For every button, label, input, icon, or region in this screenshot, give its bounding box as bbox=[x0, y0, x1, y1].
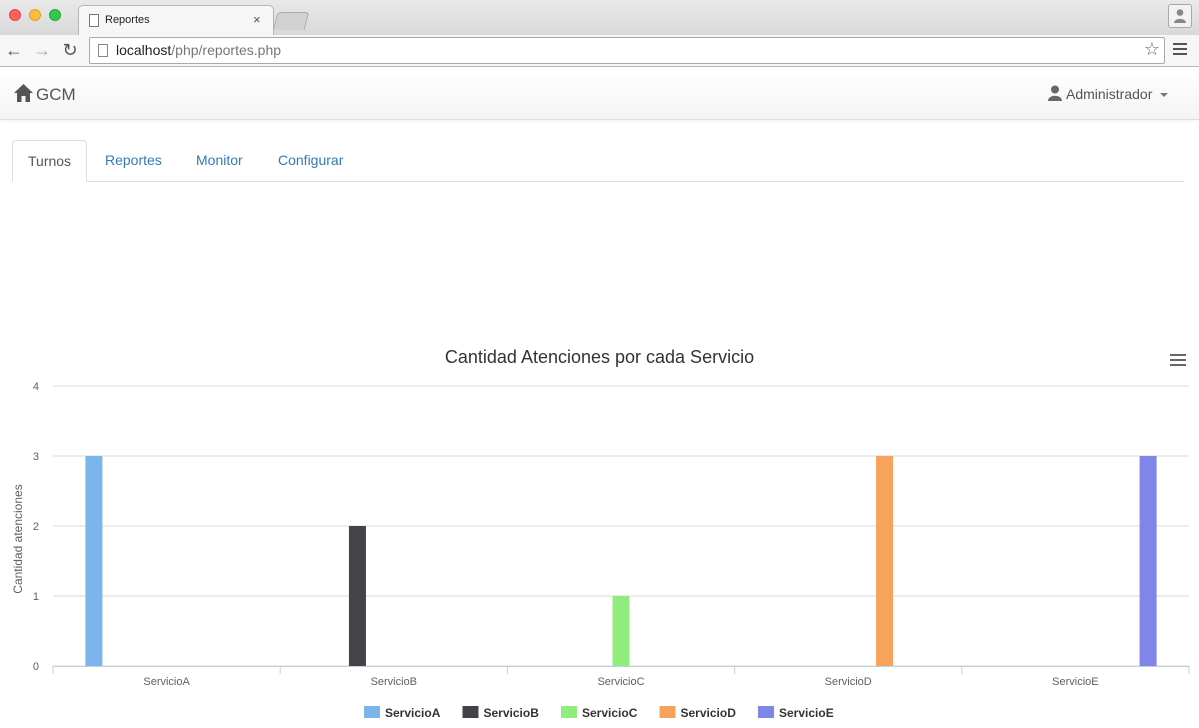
profile-button[interactable] bbox=[1168, 4, 1192, 28]
tab-turnos[interactable]: Turnos bbox=[12, 140, 87, 182]
minimize-window-button[interactable] bbox=[29, 9, 41, 21]
bar-servicioc bbox=[612, 596, 630, 666]
x-tick-label: ServicioD bbox=[825, 676, 872, 688]
bar-servicioe bbox=[1139, 456, 1157, 666]
legend-swatch bbox=[758, 706, 774, 718]
y-tick-label: 1 bbox=[33, 591, 39, 603]
zoom-window-button[interactable] bbox=[49, 9, 61, 21]
forward-arrow-icon[interactable]: → bbox=[32, 39, 52, 61]
chart-container: Cantidad Atenciones por cada Servicio 01… bbox=[0, 330, 1199, 728]
bar-serviciod bbox=[876, 456, 894, 666]
legend-swatch bbox=[561, 706, 577, 718]
legend-item-label: ServicioE bbox=[779, 706, 834, 720]
legend-item-label: ServicioB bbox=[484, 706, 540, 720]
tab-configurar[interactable]: Configurar bbox=[263, 140, 358, 181]
legend-swatch bbox=[659, 706, 676, 718]
reload-icon[interactable]: ↻ bbox=[60, 39, 80, 61]
x-tick-label: ServicioE bbox=[1052, 676, 1098, 688]
app-navbar: GCM Administrador bbox=[0, 67, 1199, 120]
user-icon bbox=[1048, 85, 1062, 101]
legend-item-label: ServicioD bbox=[681, 706, 737, 720]
person-icon bbox=[1174, 9, 1186, 23]
legend-swatch bbox=[364, 706, 380, 718]
address-bar[interactable]: localhost/php/reportes.php ☆ bbox=[89, 37, 1165, 64]
tab-monitor[interactable]: Monitor bbox=[181, 140, 258, 181]
home-icon bbox=[14, 84, 33, 102]
document-icon bbox=[89, 14, 99, 27]
close-window-button[interactable] bbox=[9, 9, 21, 21]
url-text[interactable]: localhost/php/reportes.php bbox=[116, 42, 281, 58]
tab-reportes[interactable]: Reportes bbox=[90, 140, 177, 181]
back-arrow-icon[interactable]: ← bbox=[4, 39, 24, 61]
caret-down-icon bbox=[1160, 93, 1168, 97]
user-name: Administrador bbox=[1066, 86, 1153, 102]
page-icon bbox=[98, 44, 108, 57]
bar-chart: 0 1 2 3 4 Cantidad atenciones ServicioA Servici… bbox=[11, 381, 1190, 720]
url-path: /php/reportes.php bbox=[171, 42, 282, 58]
new-tab-button[interactable] bbox=[272, 12, 310, 30]
legend-item-label: ServicioA bbox=[385, 706, 441, 720]
x-tick-label: ServicioA bbox=[143, 676, 190, 688]
y-tick-label: 3 bbox=[33, 451, 39, 463]
browser-tab-title: Reportes bbox=[105, 14, 150, 26]
legend-item-label: ServicioC bbox=[582, 706, 638, 720]
browser-tab[interactable]: Reportes × bbox=[78, 5, 274, 36]
browser-toolbar: ← → ↻ localhost/php/reportes.php ☆ bbox=[0, 35, 1199, 67]
bar-servicioa bbox=[85, 456, 103, 666]
x-tick-label: ServicioC bbox=[597, 676, 644, 688]
legend-swatch bbox=[462, 706, 479, 718]
brand-name: GCM bbox=[36, 85, 76, 104]
url-host: localhost bbox=[116, 42, 172, 58]
main-tabs: Turnos Reportes Monitor Configurar bbox=[12, 140, 1184, 182]
browser-menu-icon[interactable] bbox=[1173, 43, 1187, 58]
y-tick-label: 2 bbox=[33, 521, 39, 533]
browser-titlebar: Reportes × bbox=[0, 0, 1199, 36]
star-icon[interactable]: ☆ bbox=[1144, 39, 1160, 60]
y-axis-title: Cantidad atenciones bbox=[11, 484, 25, 593]
close-tab-icon[interactable]: × bbox=[253, 12, 261, 27]
y-tick-label: 4 bbox=[33, 381, 39, 393]
bar-serviciob bbox=[348, 526, 366, 666]
y-tick-label: 0 bbox=[33, 661, 39, 673]
x-tick-label: ServicioB bbox=[371, 676, 417, 688]
